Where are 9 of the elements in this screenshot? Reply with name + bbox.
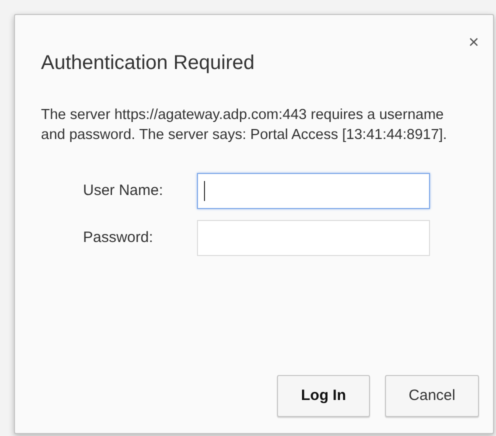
dialog-button[interactable]: Cancel bbox=[385, 375, 479, 417]
text-cursor bbox=[204, 181, 205, 201]
dialog-title: Authentication Required bbox=[41, 51, 256, 76]
dialog-message: The server https://agateway.adp.com:443 requires a username and password. The server says: Portal Access [13:41:44:8917]. bbox=[41, 106, 448, 145]
field-label: User Name: bbox=[83, 180, 164, 201]
field-label: Password: bbox=[83, 228, 154, 248]
dialog-button[interactable]: Log In bbox=[277, 375, 370, 417]
input-field[interactable] bbox=[197, 173, 430, 209]
close-button[interactable]: × bbox=[466, 33, 481, 51]
